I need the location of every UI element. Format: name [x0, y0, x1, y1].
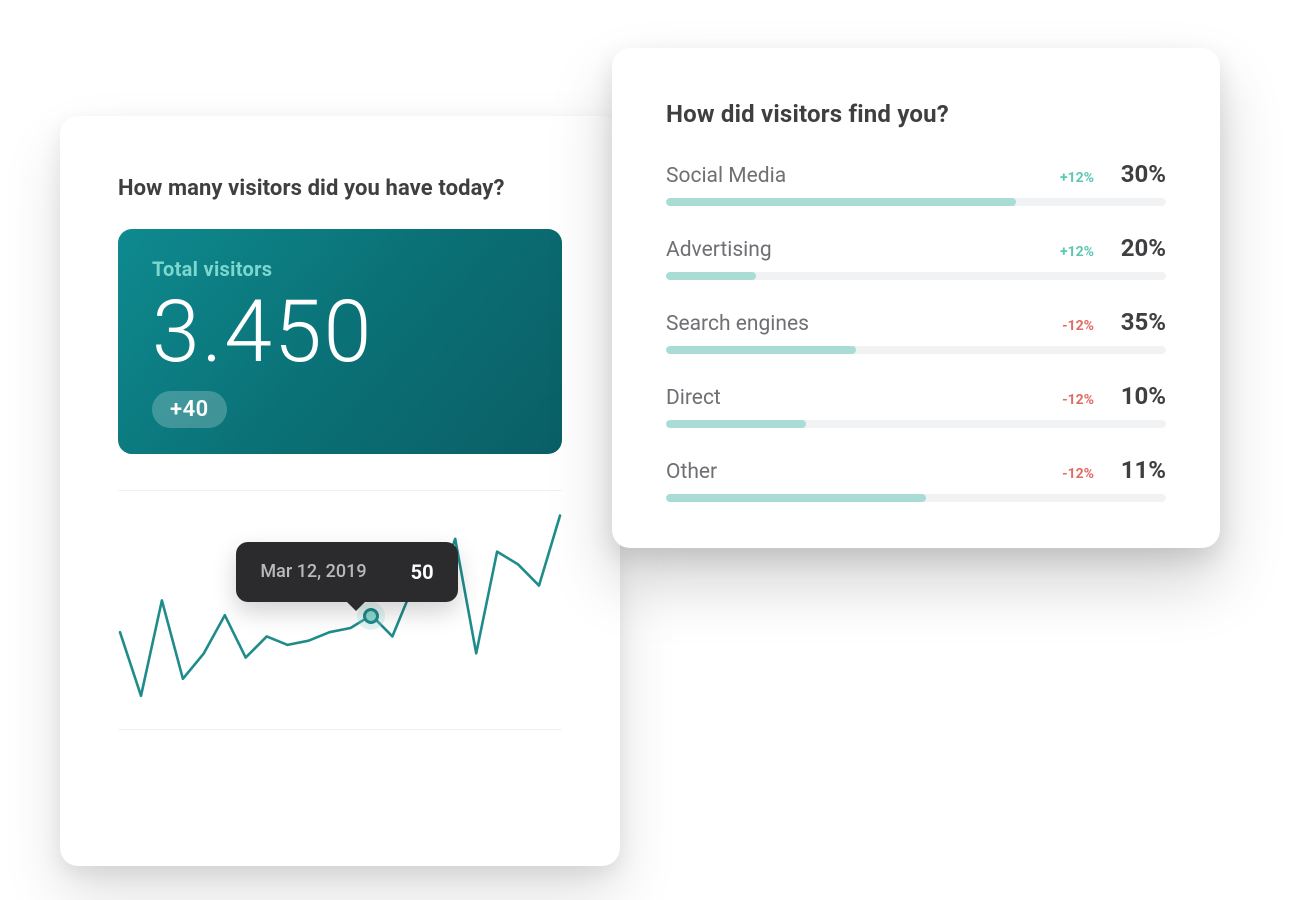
source-label: Search engines [666, 312, 809, 336]
source-delta: -12% [1062, 466, 1094, 482]
source-label: Advertising [666, 238, 772, 262]
source-bar-track [666, 420, 1166, 428]
total-visitors-box: Total visitors 3.450 +40 [118, 229, 562, 454]
source-row: Direct -12% 10% [666, 382, 1166, 428]
source-value: 35% [1108, 308, 1166, 336]
source-bar-fill [666, 272, 756, 280]
source-bar-fill [666, 494, 926, 502]
total-visitors-label: Total visitors [152, 257, 528, 281]
source-bar-track [666, 198, 1166, 206]
source-bar-fill [666, 198, 1016, 206]
chart-tooltip-value: 50 [411, 560, 434, 584]
sparkline-svg [118, 495, 562, 727]
source-delta: -12% [1062, 392, 1094, 408]
source-bar-fill [666, 346, 856, 354]
source-bar-track [666, 494, 1166, 502]
source-value: 30% [1108, 160, 1166, 188]
sources-card-title: How did visitors find you? [666, 100, 1166, 128]
source-bar-track [666, 272, 1166, 280]
total-visitors-value: 3.450 [152, 287, 528, 377]
source-row: Social Media +12% 30% [666, 160, 1166, 206]
source-delta: -12% [1062, 318, 1094, 334]
source-delta: +12% [1060, 244, 1094, 260]
source-label: Direct [666, 386, 721, 410]
chart-tooltip-date: Mar 12, 2019 [260, 561, 366, 582]
source-row: Search engines -12% 35% [666, 308, 1166, 354]
source-value: 20% [1108, 234, 1166, 262]
source-delta: +12% [1060, 170, 1094, 186]
source-row: Advertising +12% 20% [666, 234, 1166, 280]
sources-card: How did visitors find you? Social Media +… [612, 48, 1220, 548]
total-visitors-delta: +40 [152, 391, 227, 428]
visitors-card-title: How many visitors did you have today? [118, 176, 562, 201]
source-label: Other [666, 460, 717, 484]
source-label: Social Media [666, 164, 786, 188]
source-bar-fill [666, 420, 806, 428]
visitors-sparkline-chart[interactable]: Mar 12, 2019 50 [118, 490, 562, 730]
visitors-card: How many visitors did you have today? To… [60, 116, 620, 866]
source-bar-track [666, 346, 1166, 354]
sources-list: Social Media +12% 30% Advertising +12% 20% Sea… [666, 160, 1166, 502]
source-value: 11% [1108, 456, 1166, 484]
source-row: Other -12% 11% [666, 456, 1166, 502]
source-value: 10% [1108, 382, 1166, 410]
chart-tooltip: Mar 12, 2019 50 [236, 542, 457, 602]
